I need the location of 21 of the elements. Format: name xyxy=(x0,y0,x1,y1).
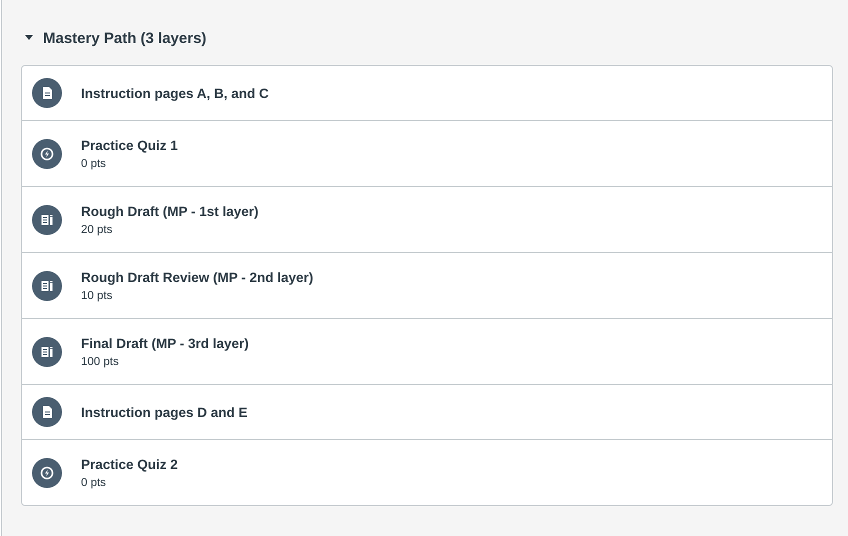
assignment-icon xyxy=(32,204,62,234)
item-title[interactable]: Rough Draft (MP - 1st layer) xyxy=(81,204,259,218)
item-title[interactable]: Practice Quiz 1 xyxy=(81,138,178,152)
points-label: 0 pts xyxy=(81,158,107,170)
item-title[interactable]: Rough Draft Review (MP - 2nd layer) xyxy=(81,270,314,284)
item-title[interactable]: Instruction pages A, B, and C xyxy=(81,86,269,100)
points-label: 10 pts xyxy=(81,290,114,302)
points-label: 20 pts xyxy=(81,224,114,236)
item-title[interactable]: Instruction pages D and E xyxy=(81,404,248,420)
assignment-icon xyxy=(32,336,62,366)
points-label: 100 pts xyxy=(81,356,120,368)
section-title[interactable]: Mastery Path (3 layers) xyxy=(43,30,206,46)
page-icon xyxy=(32,78,62,108)
points-label: 0 pts xyxy=(81,476,107,488)
assignment-icon xyxy=(32,270,62,300)
item-title[interactable]: Practice Quiz 2 xyxy=(81,456,178,472)
lightning-icon xyxy=(32,458,62,488)
page-icon xyxy=(32,397,62,427)
item-title[interactable]: Final Draft (MP - 3rd layer) xyxy=(81,336,249,350)
caret-icon[interactable] xyxy=(25,35,33,41)
lightning-icon xyxy=(32,138,62,168)
